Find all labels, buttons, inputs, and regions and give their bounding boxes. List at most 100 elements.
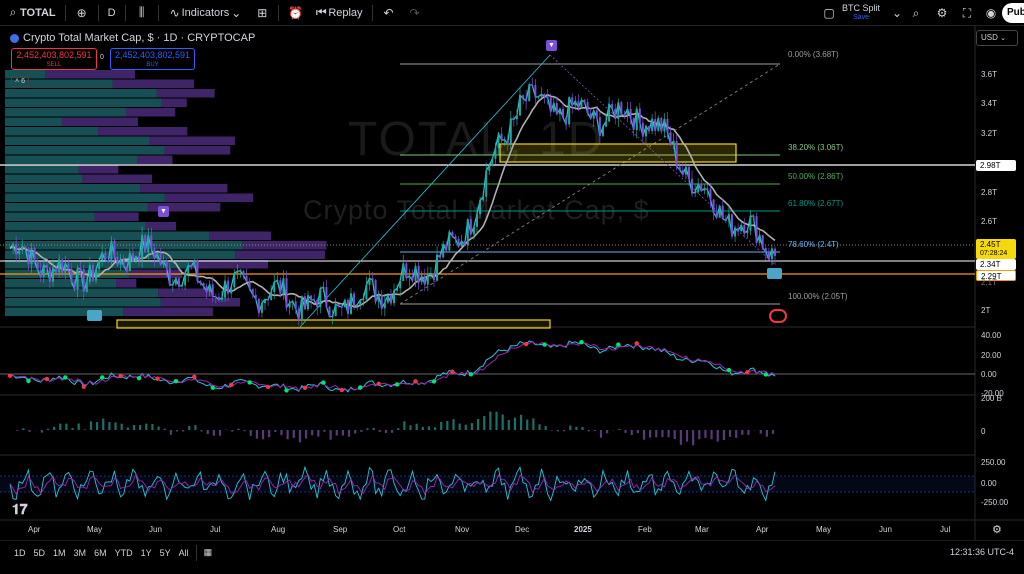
histogram-bar: [618, 428, 621, 430]
candle-body: [638, 108, 641, 123]
signal-dot: [155, 376, 160, 381]
range-1m[interactable]: 1M: [49, 548, 70, 558]
candle-body: [334, 304, 337, 317]
tradingview-logo-icon[interactable]: 𝟏𝟕: [12, 501, 28, 518]
signal-dot: [431, 379, 437, 384]
candle-body: [694, 191, 697, 194]
candle-body: [537, 96, 540, 98]
candle-body: [611, 103, 614, 109]
candle-body: [543, 94, 546, 97]
signal-dot: [745, 370, 750, 375]
candle-body: [282, 278, 285, 294]
axis-settings-gear-icon[interactable]: ⚙: [992, 523, 1002, 536]
signal-dot: [284, 388, 289, 393]
goto-date-calendar-icon[interactable]: ▦: [200, 547, 217, 558]
sell-button[interactable]: 2,452,403,802,591 SELL: [11, 48, 97, 70]
candle-body: [684, 166, 687, 175]
time-tick: May: [816, 525, 832, 534]
volume-profile-bar-up: [5, 222, 146, 231]
candle-body: [374, 280, 377, 302]
range-5y[interactable]: 5Y: [156, 548, 175, 558]
histogram-bar: [169, 430, 172, 435]
candle-body: [205, 286, 208, 292]
ind2-tick: 0: [981, 427, 986, 436]
ind1-tick: 0.00: [981, 370, 997, 379]
histogram-bar: [71, 428, 74, 430]
candle-body: [233, 273, 236, 288]
histogram-bar: [606, 430, 609, 434]
price-chart[interactable]: [0, 0, 1024, 574]
histogram-bar: [108, 422, 111, 430]
histogram-bar: [280, 430, 283, 436]
candle-body: [605, 121, 608, 127]
candle-body: [104, 252, 107, 261]
histogram-bar: [390, 430, 394, 433]
buy-button[interactable]: 2,452,403,802,591 BUY: [110, 48, 195, 70]
histogram-bar: [476, 418, 480, 430]
price-tick: 3.6T: [981, 70, 998, 79]
range-all[interactable]: All: [175, 548, 193, 558]
range-3m[interactable]: 3M: [70, 548, 91, 558]
signal-dot: [173, 378, 179, 384]
histogram-bar: [126, 427, 129, 430]
candle-body: [316, 299, 319, 307]
candle-body: [386, 295, 389, 303]
candle-body: [79, 268, 82, 270]
peak-marker-icon[interactable]: ▼: [546, 40, 557, 51]
candle-body: [36, 261, 39, 271]
range-1y[interactable]: 1Y: [137, 548, 156, 558]
histogram-bar: [409, 425, 412, 430]
histogram-bar: [347, 430, 351, 437]
legend-title[interactable]: Crypto Total Market Cap, $ · 1D · CRYPTO…: [23, 32, 255, 44]
histogram-bar: [261, 430, 265, 440]
peak-marker-icon[interactable]: ▼: [158, 206, 169, 217]
candle-body: [187, 265, 190, 274]
candle-body: [503, 139, 506, 141]
histogram-bar: [692, 430, 695, 446]
histogram-bar: [427, 426, 431, 430]
candle-body: [423, 275, 426, 285]
histogram-bar: [698, 430, 701, 440]
histogram-bar: [194, 425, 197, 430]
range-6m[interactable]: 6M: [90, 548, 111, 558]
ind3-tick: 0.00: [981, 479, 997, 488]
signal-dot: [376, 381, 381, 386]
candle-body: [549, 97, 552, 112]
candle-body: [264, 299, 266, 304]
candle-body: [632, 118, 635, 130]
histogram-bar: [661, 430, 664, 438]
histogram-bar: [446, 420, 449, 430]
indicator-collapse-button[interactable]: ˄ 6: [11, 76, 29, 87]
volume-profile-bar-up: [5, 307, 124, 316]
currency-select[interactable]: USD ⌄: [976, 30, 1018, 46]
volume-profile-bar-up: [5, 108, 127, 117]
histogram-bar: [483, 416, 486, 430]
range-1d[interactable]: 1D: [10, 548, 30, 558]
support-zone: [116, 319, 551, 329]
histogram-bar: [114, 422, 117, 430]
range-ytd[interactable]: YTD: [111, 548, 137, 558]
histogram-bar: [274, 430, 277, 432]
trough-marker-icon[interactable]: [767, 268, 782, 279]
histogram-bar: [360, 430, 363, 432]
trough-marker-icon[interactable]: [87, 310, 102, 321]
candle-body: [110, 240, 113, 262]
candle-body: [500, 133, 503, 141]
candle-body: [491, 158, 494, 166]
candle-body: [45, 264, 48, 268]
volume-profile-bar-up: [5, 98, 162, 107]
flag-icon[interactable]: [769, 309, 787, 323]
candle-body: [88, 264, 91, 282]
candle-body: [764, 248, 767, 252]
candle-body: [743, 225, 746, 234]
candle-body: [322, 287, 325, 289]
histogram-bar: [212, 430, 215, 436]
histogram-bar: [741, 430, 744, 435]
range-5d[interactable]: 5D: [30, 548, 50, 558]
histogram-bar: [132, 424, 136, 430]
histogram-bar: [556, 430, 560, 432]
histogram-bar: [728, 430, 732, 437]
timezone-clock[interactable]: 12:31:36 UTC-4: [950, 547, 1014, 557]
volume-profile-bar-down: [164, 193, 254, 202]
candle-body: [134, 256, 137, 261]
